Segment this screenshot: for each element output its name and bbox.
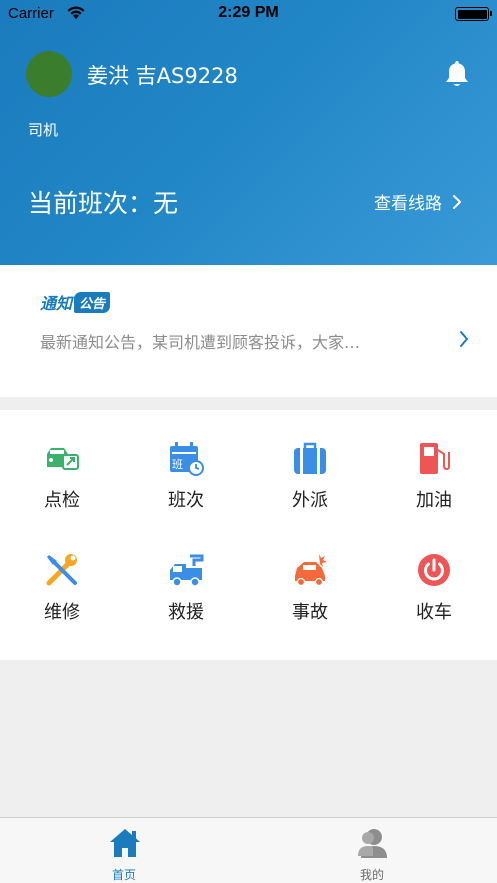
tab-home[interactable]: 首页 xyxy=(0,818,248,883)
status-time: 2:29 PM xyxy=(218,4,279,21)
notice-logo-badge: 公告 xyxy=(74,291,111,313)
shift-calendar-icon: 班 xyxy=(170,442,204,476)
menu-item-label: 维修 xyxy=(44,602,80,623)
chevron-right-icon xyxy=(453,194,461,209)
user-header: Carrier 2:29 PM 姜洪 吉AS9228 司机 当前班次：无 查看线… xyxy=(0,0,497,265)
menu-item-refuel[interactable]: 加油 xyxy=(372,410,496,520)
briefcase-icon xyxy=(294,442,326,474)
menu-item-label: 外派 xyxy=(292,490,328,511)
menu-item-inspection[interactable]: 点检 xyxy=(0,410,124,520)
tab-profile[interactable]: 我的 xyxy=(248,818,496,883)
menu-item-repair[interactable]: 维修 xyxy=(0,522,124,632)
repair-tools-icon xyxy=(46,554,77,586)
current-shift: 当前班次：无 xyxy=(28,189,179,218)
view-route-link[interactable]: 查看线路 xyxy=(374,189,462,214)
tab-bar: 首页 我的 xyxy=(0,817,497,883)
profile-icon xyxy=(358,829,387,858)
menu-item-label: 救援 xyxy=(168,602,204,623)
battery-icon xyxy=(455,7,492,21)
notice-logo: 通知 公告 xyxy=(40,290,111,314)
chevron-right-icon[interactable] xyxy=(458,329,470,349)
bell-icon[interactable] xyxy=(443,59,471,89)
tab-label: 首页 xyxy=(111,868,136,882)
home-icon xyxy=(110,829,140,857)
tow-truck-icon xyxy=(170,554,204,587)
tab-label: 我的 xyxy=(359,868,384,882)
notice-logo-text: 通知 xyxy=(40,294,73,313)
username: 姜洪 吉AS9228 xyxy=(87,64,238,88)
menu-item-label: 点检 xyxy=(44,490,80,511)
feature-grid: 点检 班 班次 外派 加油 维修 救援 事故 收车 xyxy=(0,410,497,660)
notice-panel[interactable]: 通知 公告 最新通知公告，某司机遭到顾客投诉，大家… xyxy=(0,265,497,397)
car-accident-icon xyxy=(295,554,327,587)
status-bar: Carrier 2:29 PM xyxy=(0,0,497,28)
menu-item-rescue[interactable]: 救援 xyxy=(124,522,248,632)
view-route-label: 查看线路 xyxy=(374,194,442,214)
fuel-pump-icon xyxy=(420,443,450,474)
menu-item-label: 班次 xyxy=(168,490,204,511)
svg-text:班: 班 xyxy=(172,458,183,471)
notice-message: 最新通知公告，某司机遭到顾客投诉，大家… xyxy=(40,333,361,352)
menu-item-dispatch[interactable]: 外派 xyxy=(248,410,372,520)
avatar[interactable] xyxy=(26,51,72,97)
menu-item-accident[interactable]: 事故 xyxy=(248,522,372,632)
menu-item-shift[interactable]: 班 班次 xyxy=(124,410,248,520)
car-inspection-icon xyxy=(47,448,79,470)
power-icon xyxy=(418,554,450,586)
menu-item-end-shift[interactable]: 收车 xyxy=(372,522,496,632)
menu-item-label: 加油 xyxy=(416,490,452,511)
user-role: 司机 xyxy=(28,121,59,139)
menu-item-label: 收车 xyxy=(416,602,452,623)
menu-item-label: 事故 xyxy=(292,602,328,623)
